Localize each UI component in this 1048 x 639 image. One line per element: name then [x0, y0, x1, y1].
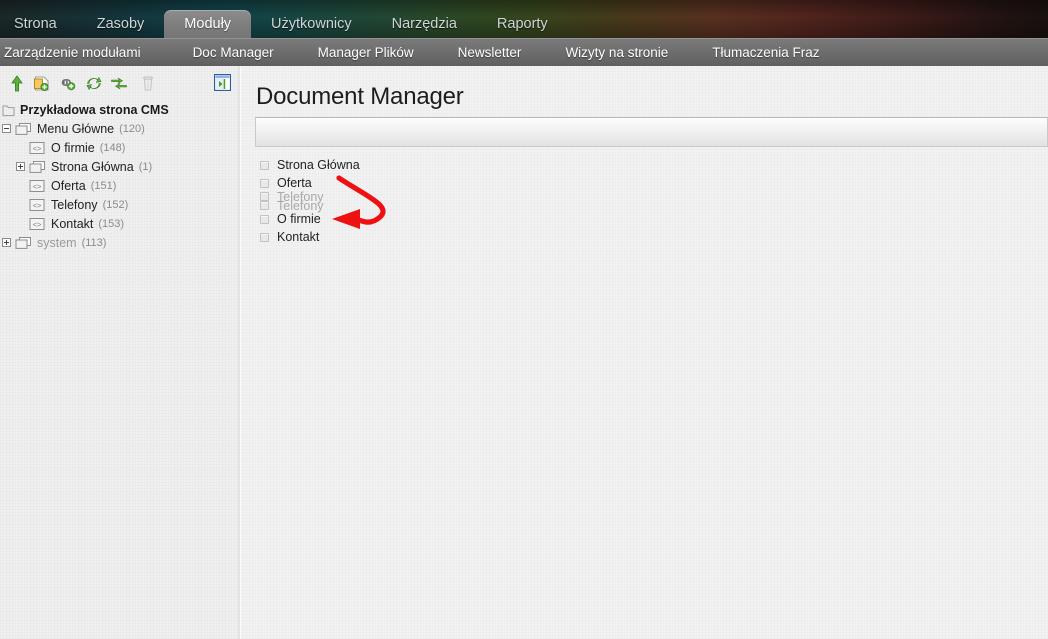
tree-node[interactable]: <> Telefony (152) — [0, 195, 238, 214]
collapse-panel-icon[interactable] — [214, 74, 231, 91]
root-label: Przykładowa strona CMS — [20, 102, 169, 117]
tree-root-node[interactable]: Przykładowa strona CMS — [0, 100, 238, 119]
document-checkbox[interactable] — [260, 192, 269, 201]
folder-icon — [29, 160, 46, 174]
folder-icon — [15, 236, 32, 250]
tab-zasoby[interactable]: Zasoby — [77, 10, 165, 38]
document-label: Kontakt — [277, 230, 320, 244]
document-label: O firmie — [277, 212, 321, 226]
page-icon: <> — [29, 179, 46, 193]
subnav-item-zarz-dzenie-modu-ami[interactable]: Zarządzenie modułami — [0, 45, 171, 60]
document-label: Telefony — [277, 198, 324, 213]
subnav-item-t-umaczenia-fraz[interactable]: Tłumaczenia Fraz — [690, 45, 841, 60]
document-list: Strona Główna Oferta Telefony Telefony O fir… — [260, 156, 660, 246]
site-tree: Przykładowa strona CMS Menu Główne (120) <… — [0, 100, 238, 252]
content-toolbar-strip[interactable] — [255, 117, 1048, 147]
tree-node[interactable]: <> O firmie (148) — [0, 138, 238, 157]
subnav-item-wizyty-na-stronie[interactable]: Wizyty na stronie — [543, 45, 690, 60]
tree-node[interactable]: <> Kontakt (153) — [0, 214, 238, 233]
document-checkbox[interactable] — [260, 160, 269, 170]
svg-text:<>: <> — [33, 144, 42, 153]
sidebar-panel: Przykładowa strona CMS Menu Główne (120) <… — [0, 66, 238, 639]
new-document-icon[interactable] — [33, 74, 51, 93]
svg-text:<>: <> — [33, 182, 42, 191]
tree-node-count: (151) — [90, 179, 117, 192]
subnav-item-newsletter[interactable]: Newsletter — [436, 45, 544, 60]
document-checkbox[interactable] — [260, 201, 269, 210]
tree-node[interactable]: Menu Główne (120) — [0, 119, 238, 138]
page-icon: <> — [29, 198, 46, 212]
tree-expand-icon[interactable] — [16, 162, 25, 171]
upload-icon[interactable] — [8, 74, 26, 93]
subnav-item-manager-plik-w[interactable]: Manager Plików — [296, 45, 436, 60]
tree-node[interactable]: Strona Główna (1) — [0, 157, 238, 176]
tree-node-count: (153) — [98, 217, 125, 230]
document-checkbox[interactable] — [260, 232, 269, 242]
tab-strona[interactable]: Strona — [0, 10, 77, 38]
tree-node-label: O firmie — [51, 140, 95, 155]
svg-text:<>: <> — [33, 220, 42, 229]
document-checkbox[interactable] — [260, 214, 269, 224]
move-icon[interactable] — [110, 74, 128, 93]
tree-node-count: (152) — [102, 198, 129, 211]
page-icon: <> — [29, 141, 46, 155]
page-title: Document Manager — [256, 83, 464, 110]
document-row[interactable]: Kontakt — [260, 228, 660, 246]
tab-modu-y[interactable]: Moduły — [164, 10, 252, 38]
document-label: Oferta — [277, 176, 312, 190]
document-checkbox[interactable] — [260, 178, 269, 188]
add-link-icon[interactable] — [59, 74, 77, 93]
main-content: Document Manager Strona Główna Oferta Tele… — [241, 66, 1048, 639]
document-row-dragging[interactable]: Telefony — [260, 198, 660, 213]
folder-icon — [15, 122, 32, 136]
tree-node[interactable]: system (113) — [0, 233, 238, 252]
tree-node[interactable]: <> Oferta (151) — [0, 176, 238, 195]
tree-node-label: Menu Główne — [37, 121, 115, 136]
document-row[interactable]: O firmie — [260, 210, 660, 228]
tree-collapse-icon[interactable] — [2, 124, 11, 133]
tree-node-count: (113) — [81, 236, 107, 249]
tab-narz-dzia[interactable]: Narzędzia — [372, 10, 477, 38]
tree-node-count: (1) — [138, 160, 153, 173]
tab-raporty[interactable]: Raporty — [477, 10, 568, 38]
tree-node-count: (120) — [119, 122, 145, 135]
document-label: Strona Główna — [277, 158, 360, 172]
tree-node-label: Oferta — [51, 178, 86, 193]
sidebar-toolbar — [0, 70, 238, 98]
app-header: Strona Zasoby Moduły Użytkownicy Narzędzia Ra… — [0, 0, 1048, 38]
primary-tab-bar: Strona Zasoby Moduły Użytkownicy Narzędzia Ra… — [0, 0, 568, 38]
subnav-item-doc-manager[interactable]: Doc Manager — [171, 45, 296, 60]
svg-text:<>: <> — [33, 201, 42, 210]
tree-expand-icon[interactable] — [2, 238, 11, 247]
root-icon — [2, 103, 15, 117]
delete-icon — [139, 74, 157, 93]
tree-node-label: Strona Główna — [51, 159, 134, 174]
refresh-icon[interactable] — [85, 74, 103, 93]
document-row[interactable]: Strona Główna — [260, 156, 660, 174]
tree-node-label: Telefony — [51, 197, 98, 212]
tree-node-label: system — [37, 235, 77, 250]
tree-node-label: Kontakt — [51, 216, 94, 231]
secondary-nav-bar: Zarządzenie modułami Doc Manager Manager P… — [0, 38, 1048, 66]
tree-node-count: (148) — [99, 141, 126, 154]
page-icon: <> — [29, 217, 46, 231]
tab-u-ytkownicy[interactable]: Użytkownicy — [251, 10, 372, 38]
